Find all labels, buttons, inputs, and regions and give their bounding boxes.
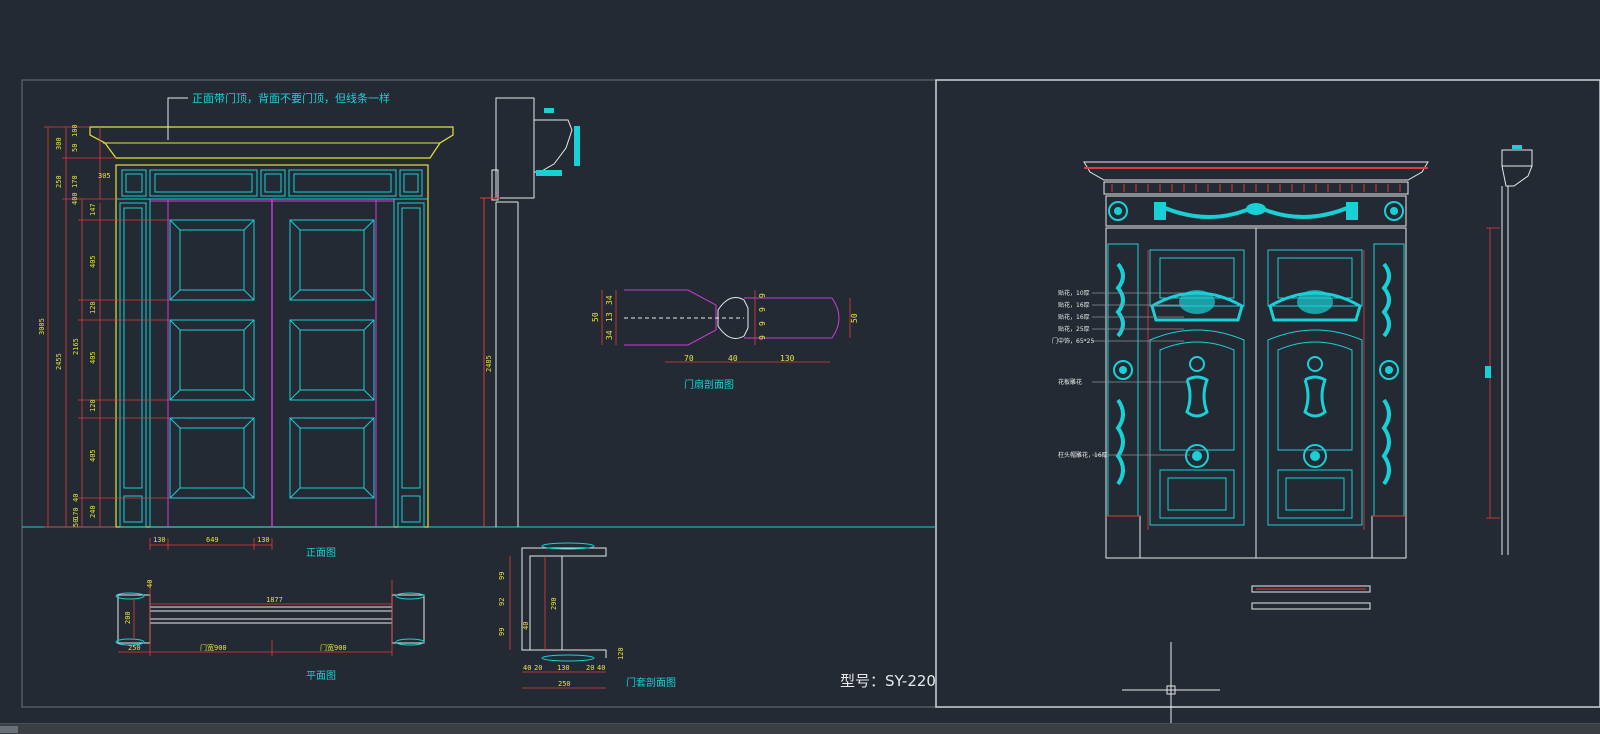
plan-dim-40: 40 [146, 580, 154, 588]
dim-300: 300 [55, 137, 63, 150]
dim-100: 100 [71, 124, 79, 137]
frame-dim-40c: 40 [597, 664, 605, 672]
frame-dim-99a: 99 [498, 572, 506, 580]
model-label: 型号：SY-220 [840, 672, 936, 690]
frame-dim-20a: 20 [534, 664, 542, 672]
leaf-dim-70: 70 [684, 354, 694, 363]
right-side-profile [1485, 145, 1533, 555]
leaf-dim-9b: 9 [758, 307, 767, 312]
leaf-dim-9a: 9 [758, 293, 767, 298]
leaf-dim-9d: 9 [758, 335, 767, 340]
frame-dim-120: 120 [617, 647, 625, 660]
plan-dim-200: 200 [124, 611, 132, 624]
annotation-1: 贴花，16厚 [1058, 301, 1090, 309]
dim-40: 40 [72, 494, 80, 502]
cad-drawing-canvas[interactable]: 正面带门顶，背面不要门顶，但线条一样 300 250 400 170 100 5… [0, 0, 1600, 733]
plan-dim-1877: 1877 [266, 596, 283, 604]
dim-3005: 3005 [38, 318, 46, 335]
frame-dim-290: 290 [550, 597, 558, 610]
dim-2165: 2165 [72, 338, 80, 355]
dim-649: 649 [206, 536, 219, 544]
plan-view: 1877 250 门宽900 门宽900 200 40 平面图 [115, 580, 425, 682]
dim-130-left: 130 [153, 536, 166, 544]
side-section: 2485 [480, 97, 580, 527]
leaf-dim-34b: 34 [605, 330, 614, 340]
dim-2485: 2485 [485, 355, 493, 372]
status-bar[interactable] [0, 723, 1600, 734]
plan-view-title: 平面图 [306, 670, 336, 682]
dim-147: 147 [89, 203, 97, 216]
frame-section: 99 92 99 40 290 40 20 130 20 40 250 120 … [498, 542, 676, 689]
leaf-dim-40: 40 [728, 354, 738, 363]
plan-dim-250: 250 [128, 644, 141, 652]
dim-170: 170 [71, 175, 79, 188]
dim-405b: 405 [89, 351, 97, 364]
crosshair-cursor [1122, 642, 1220, 733]
dim-305: 305 [98, 172, 111, 180]
front-view-title: 正面图 [306, 547, 336, 559]
annotation-3: 贴花，25厚 [1058, 325, 1090, 333]
leaf-dim-34a: 34 [605, 295, 614, 305]
annotation-5: 花板雕花 [1058, 378, 1082, 386]
leaf-dim-50: 50 [591, 312, 600, 322]
frame-dim-250: 250 [558, 680, 571, 688]
dim-50b: 50 [72, 519, 80, 527]
frame-dim-40a: 40 [522, 622, 530, 630]
dim-170b: 170 [72, 507, 80, 520]
front-view: 正面带门顶，背面不要门顶，但线条一样 300 250 400 170 100 5… [38, 91, 454, 559]
frame-dim-92: 92 [498, 598, 506, 606]
dim-120a: 120 [89, 301, 97, 314]
frame-section-title: 门套剖面图 [626, 676, 676, 689]
dim-50: 50 [71, 144, 79, 152]
annotation-2: 贴花，16厚 [1058, 313, 1090, 321]
dim-405a: 405 [89, 255, 97, 268]
front-note: 正面带门顶，背面不要门顶，但线条一样 [192, 91, 390, 105]
leaf-dim-13: 13 [605, 312, 614, 322]
annotation-6: 柱头帽雕花，16厚 [1058, 451, 1108, 459]
dim-2455: 2455 [55, 353, 63, 370]
frame-dim-40b: 40 [523, 664, 531, 672]
statusbar-grip[interactable] [0, 726, 18, 733]
leaf-section-title: 门扇剖面图 [684, 378, 734, 391]
dim-400: 400 [71, 192, 79, 205]
plan-door-width-2: 门宽900 [320, 643, 347, 652]
leaf-dim-130: 130 [780, 354, 795, 363]
dim-120b: 120 [89, 399, 97, 412]
leaf-dim-9c: 9 [758, 321, 767, 326]
plan-door-width-1: 门宽900 [200, 643, 227, 652]
annotation-0: 贴花，10厚 [1058, 289, 1090, 297]
frame-dim-130: 130 [557, 664, 570, 672]
frame-dim-20b: 20 [586, 664, 594, 672]
dim-250: 250 [55, 175, 63, 188]
ornate-door-elevation [1083, 161, 1429, 559]
right-plan-detail [1251, 585, 1371, 610]
dim-130-right: 130 [257, 536, 270, 544]
leaf-section: 50 34 13 34 70 40 130 50 9 9 9 9 门扇剖面图 [591, 289, 859, 391]
annotation-4: 门中饰，65*25 [1052, 337, 1094, 345]
dim-405c: 405 [89, 449, 97, 462]
dim-240: 240 [89, 505, 97, 518]
frame-dim-99b: 99 [498, 628, 506, 636]
leaf-dim-50b: 50 [850, 313, 859, 323]
